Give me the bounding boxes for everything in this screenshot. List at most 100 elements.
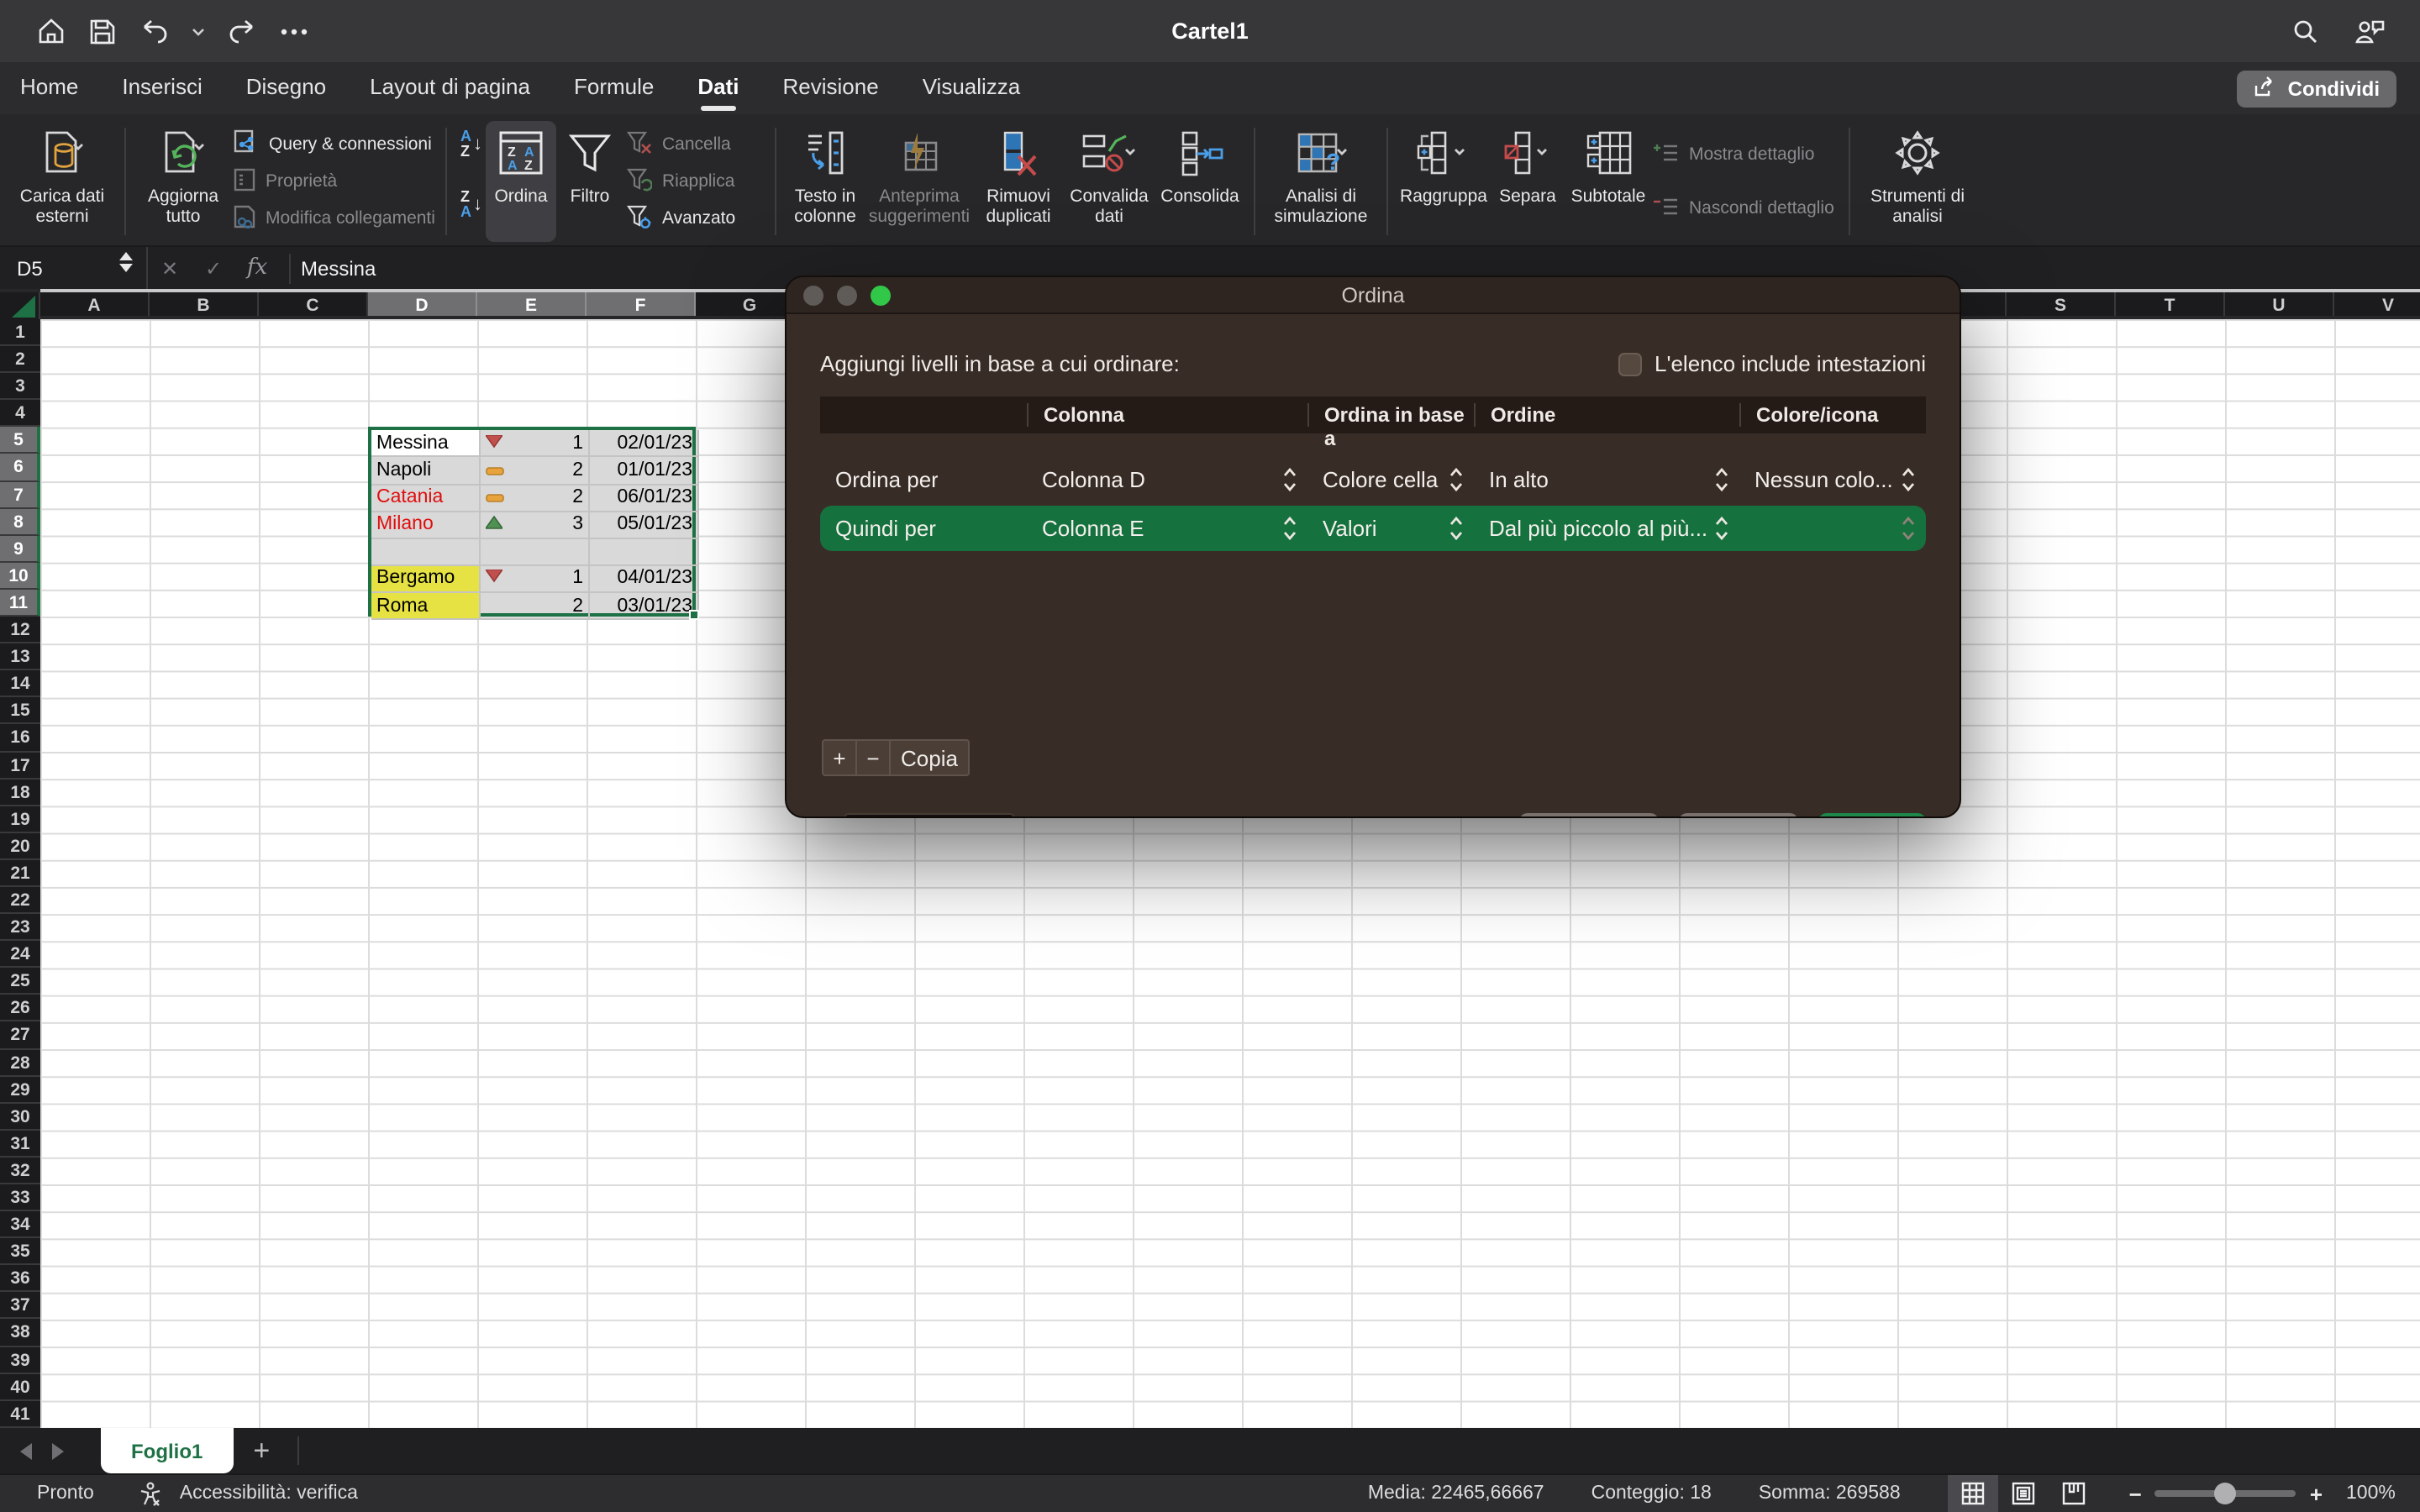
- sheet-tab-foglio1[interactable]: Foglio1: [101, 1428, 233, 1473]
- hide-detail-button[interactable]: Nascondi dettaglio: [1654, 192, 1835, 225]
- analysis-tools-button[interactable]: Strumenti di analisi: [1860, 121, 1975, 242]
- column-dropdown[interactable]: Colonna E: [1027, 516, 1307, 541]
- undo-dropdown-chevron-icon[interactable]: [192, 26, 205, 36]
- fill-handle[interactable]: [689, 611, 699, 621]
- row-header-3[interactable]: 3: [0, 373, 40, 400]
- row-header-30[interactable]: 30: [0, 1103, 40, 1130]
- ribbon-tab-visualizza[interactable]: Visualizza: [923, 66, 1021, 110]
- cancel-entry-icon[interactable]: ✕: [148, 256, 192, 280]
- ribbon-tab-dati[interactable]: Dati: [697, 66, 739, 110]
- row-header-19[interactable]: 19: [0, 806, 40, 832]
- clear-filter-button[interactable]: Cancella: [627, 128, 761, 161]
- row-header-1[interactable]: 1: [0, 319, 40, 346]
- column-header-D[interactable]: D: [368, 292, 477, 316]
- previous-sheet-icon[interactable]: [20, 1442, 32, 1459]
- cell-D5[interactable]: Messina: [371, 431, 481, 458]
- cell-F7[interactable]: 06/01/23: [590, 485, 699, 512]
- column-header-E[interactable]: E: [477, 292, 587, 316]
- ribbon-tab-formule[interactable]: Formule: [574, 66, 654, 110]
- refresh-all-button[interactable]: Aggiorna tutto: [136, 121, 230, 242]
- row-header-37[interactable]: 37: [0, 1293, 40, 1320]
- ribbon-tab-home[interactable]: Home: [20, 66, 78, 110]
- row-header-11[interactable]: 11: [0, 590, 40, 617]
- advanced-filter-button[interactable]: Avanzato: [627, 202, 761, 235]
- cell-D6[interactable]: Napoli: [371, 458, 481, 485]
- row-header-17[interactable]: 17: [0, 752, 40, 779]
- row-header-29[interactable]: 29: [0, 1076, 40, 1103]
- cell-E7[interactable]: 2: [481, 485, 590, 512]
- share-button[interactable]: Condividi: [2238, 70, 2396, 107]
- row-header-6[interactable]: 6: [0, 454, 40, 481]
- column-header-B[interactable]: B: [150, 292, 259, 316]
- row-header-5[interactable]: 5: [0, 428, 40, 454]
- sort-on-dropdown[interactable]: Valori: [1307, 516, 1474, 541]
- row-header-27[interactable]: 27: [0, 1022, 40, 1049]
- confirm-entry-icon[interactable]: ✓: [192, 256, 235, 280]
- order-dropdown[interactable]: Dal più piccolo al più...: [1474, 516, 1739, 541]
- row-header-33[interactable]: 33: [0, 1184, 40, 1211]
- cell-E11[interactable]: 2: [481, 593, 590, 620]
- order-dropdown[interactable]: In alto: [1474, 467, 1739, 492]
- row-header-14[interactable]: 14: [0, 670, 40, 697]
- zoom-in-button[interactable]: +: [2310, 1481, 2323, 1506]
- dropdown-stepper-icon[interactable]: [1901, 516, 1916, 541]
- row-header-15[interactable]: 15: [0, 698, 40, 725]
- column-header-U[interactable]: U: [2225, 292, 2334, 316]
- row-header-23[interactable]: 23: [0, 914, 40, 941]
- cell-D10[interactable]: Bergamo: [371, 566, 481, 593]
- sort-level-row-1[interactable]: Ordina perColonna DColore cellaIn altoNe…: [820, 457, 1926, 502]
- next-sheet-icon[interactable]: [52, 1442, 64, 1459]
- cell-F11[interactable]: 03/01/23: [590, 593, 699, 620]
- reapply-filter-button[interactable]: Riapplica: [627, 165, 761, 198]
- sort-button[interactable]: ZAAZ Ordina: [486, 121, 556, 242]
- cell-F10[interactable]: 04/01/23: [590, 566, 699, 593]
- zoom-percentage[interactable]: 100%: [2346, 1483, 2420, 1504]
- cancel-button[interactable]: Annulla: [1678, 813, 1798, 816]
- row-header-41[interactable]: 41: [0, 1401, 40, 1428]
- row-header-16[interactable]: 16: [0, 725, 40, 752]
- copy-level-button[interactable]: Copia: [891, 741, 968, 774]
- row-header-20[interactable]: 20: [0, 833, 40, 860]
- zoom-out-button[interactable]: −: [2129, 1481, 2142, 1506]
- row-header-40[interactable]: 40: [0, 1373, 40, 1400]
- color-icon-dropdown[interactable]: [1739, 516, 1926, 541]
- zoom-slider[interactable]: [2155, 1491, 2296, 1497]
- search-icon[interactable]: [2292, 18, 2319, 45]
- page-break-view-icon[interactable]: [2049, 1474, 2099, 1512]
- dropdown-stepper-icon[interactable]: [1449, 467, 1464, 492]
- row-header-36[interactable]: 36: [0, 1266, 40, 1293]
- queries-connections-button[interactable]: Query & connessioni: [234, 128, 432, 161]
- cell-E5[interactable]: 1: [481, 431, 590, 458]
- row-header-8[interactable]: 8: [0, 508, 40, 535]
- dropdown-stepper-icon[interactable]: [1282, 516, 1297, 541]
- accessibility-icon[interactable]: [138, 1481, 163, 1506]
- row-header-35[interactable]: 35: [0, 1238, 40, 1265]
- more-commands-icon[interactable]: [281, 28, 308, 34]
- list-has-headers-checkbox[interactable]: [1618, 352, 1641, 375]
- cell-F5[interactable]: 02/01/23: [590, 431, 699, 458]
- home-icon[interactable]: [37, 17, 66, 45]
- ungroup-button[interactable]: Separa: [1489, 121, 1566, 242]
- show-detail-button[interactable]: Mostra dettaglio: [1654, 138, 1835, 171]
- zoom-slider-thumb[interactable]: [2215, 1483, 2237, 1504]
- add-level-plus-button[interactable]: +: [823, 741, 857, 774]
- group-button[interactable]: Raggruppa: [1398, 121, 1489, 242]
- sort-za-button[interactable]: ZA↓: [460, 190, 482, 220]
- remove-level-minus-button[interactable]: −: [857, 741, 891, 774]
- column-header-C[interactable]: C: [259, 292, 368, 316]
- cell-E8[interactable]: 3: [481, 512, 590, 538]
- row-header-25[interactable]: 25: [0, 969, 40, 995]
- redo-icon[interactable]: [229, 18, 257, 45]
- column-header-T[interactable]: T: [2116, 292, 2225, 316]
- cell-D11[interactable]: Roma: [371, 593, 481, 620]
- column-header-F[interactable]: F: [587, 292, 696, 316]
- sort-on-dropdown[interactable]: Colore cella: [1307, 467, 1474, 492]
- row-header-12[interactable]: 12: [0, 617, 40, 643]
- row-header-10[interactable]: 10: [0, 563, 40, 590]
- text-to-columns-button[interactable]: Testo in colonne: [786, 121, 864, 242]
- formula-input[interactable]: Messina: [301, 256, 376, 280]
- undo-icon[interactable]: [139, 18, 168, 45]
- row-header-24[interactable]: 24: [0, 941, 40, 968]
- ribbon-tab-disegno[interactable]: Disegno: [246, 66, 326, 110]
- name-box[interactable]: D5: [0, 247, 148, 289]
